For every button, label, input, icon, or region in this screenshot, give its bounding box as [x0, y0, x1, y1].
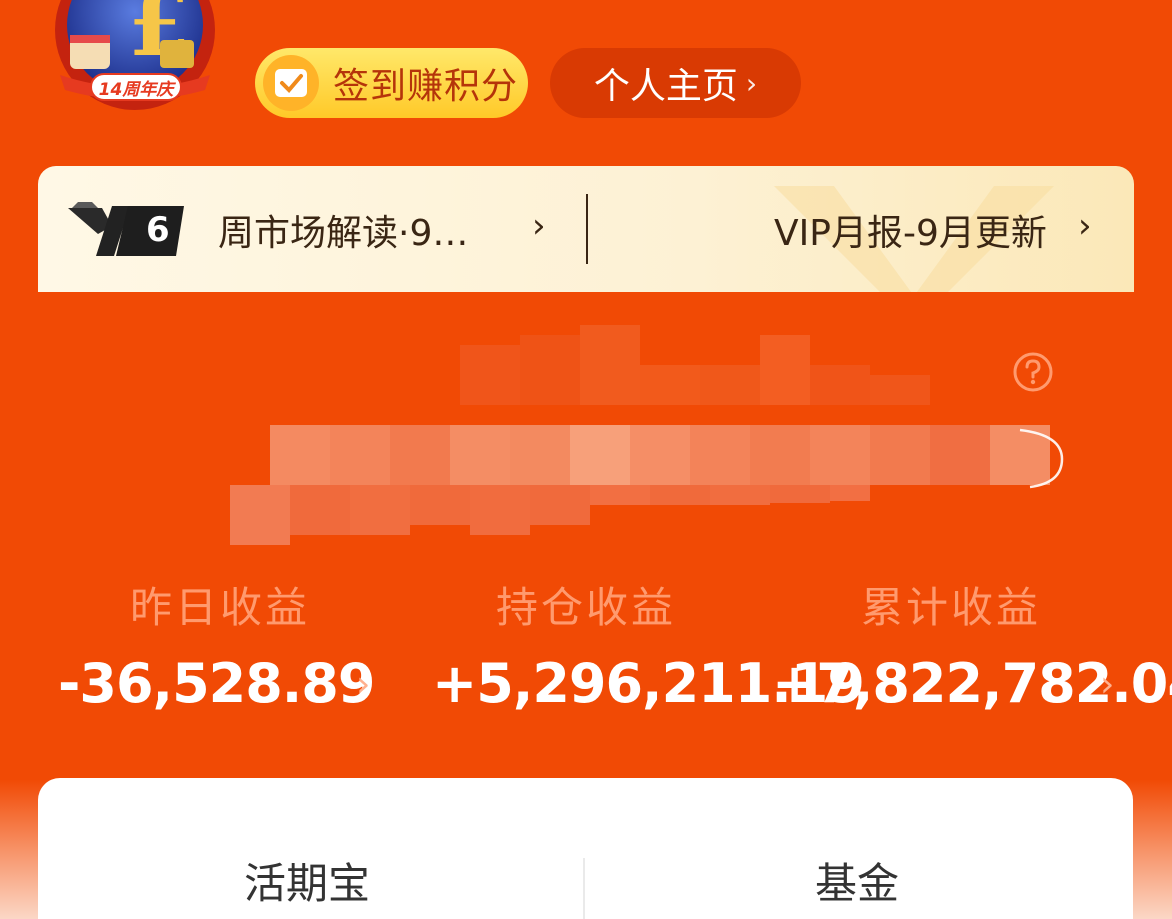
signin-label: 签到赚积分	[333, 66, 519, 107]
more-icon[interactable]	[1070, 0, 1090, 6]
message-icon[interactable]	[800, 0, 858, 6]
calendar-icon[interactable]	[918, 0, 992, 6]
redacted-balance	[230, 325, 1070, 545]
diamond-v-badge-icon: 6	[68, 200, 188, 260]
vip-banner: 6 周市场解读·9… › VIP月报-9月更新 ›	[38, 166, 1134, 292]
chevron-right-icon[interactable]: ›	[1100, 664, 1114, 705]
chevron-right-icon: ›	[745, 66, 758, 100]
vip-monthly-report-link[interactable]: VIP月报-9月更新	[774, 204, 1047, 256]
tab-current-deposit[interactable]: 活期宝	[244, 850, 370, 911]
profile-home-label: 个人主页	[593, 66, 738, 107]
assets-card	[38, 778, 1133, 919]
stat-label-yesterday: 昨日收益	[130, 583, 311, 632]
profile-home-button[interactable]: 个人主页 ›	[550, 48, 801, 118]
avatar-badge-label: 14周年庆	[98, 79, 174, 100]
avatar-anniversary-icon: £	[55, 0, 215, 110]
tab-fund[interactable]: 基金	[815, 850, 899, 911]
card-divider	[583, 858, 585, 919]
chevron-right-icon: ›	[532, 206, 546, 246]
weekly-market-link[interactable]: 周市场解读·9…	[218, 204, 468, 256]
vip-divider	[586, 194, 588, 264]
avatar[interactable]: £ 14周年庆	[40, 0, 230, 120]
stat-value-yesterday[interactable]: -36,528.89	[58, 652, 375, 715]
mascot-icon[interactable]	[668, 0, 732, 6]
signin-button[interactable]: 签到赚积分	[255, 48, 528, 118]
check-icon	[263, 55, 319, 111]
stat-label-cumulative: 累计收益	[861, 583, 1042, 632]
vip-level: 6	[146, 210, 170, 250]
chevron-right-icon: ›	[1078, 206, 1092, 246]
chevron-right-icon[interactable]: ›	[356, 664, 370, 705]
stat-label-holding: 持仓收益	[496, 583, 677, 632]
